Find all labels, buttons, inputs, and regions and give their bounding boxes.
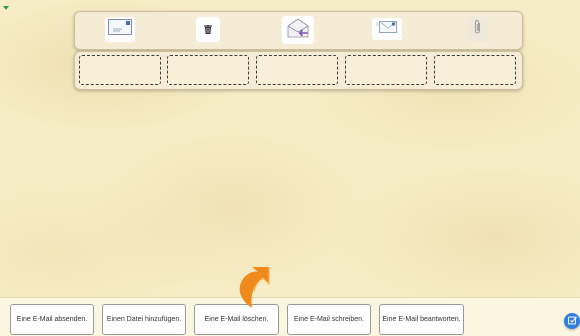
reply-mail-card[interactable] [282,16,314,44]
exercise-board [0,0,580,297]
answer-option[interactable]: Eine E-Mail beantworten. [379,304,464,335]
trash-icon [204,21,212,39]
write-mail-icon [376,20,398,39]
attachment-card[interactable] [468,17,488,42]
drop-slot[interactable] [167,55,249,85]
answer-option[interactable]: Eine E-Mail schreiben. [287,304,371,335]
write-mail-card[interactable] [372,18,402,40]
answer-label: Eine E-Mail löschen. [204,316,269,323]
answer-option[interactable]: Eine E-Mail absenden. [10,304,94,335]
answer-tray: Eine E-Mail absenden. Einen Datei hinzuf… [0,297,580,336]
drop-slot[interactable] [345,55,427,85]
answer-label: Einen Datei hinzufügen. [106,316,182,323]
drop-slot[interactable] [256,55,338,85]
logo-icon [3,5,9,10]
drag-hint-arrow-icon [234,264,274,316]
drop-row [74,51,523,90]
send-mail-icon [108,19,132,40]
trash-card[interactable] [196,17,220,42]
send-mail-card[interactable] [105,17,135,42]
answer-label: Eine E-Mail schreiben. [293,316,365,323]
paperclip-icon [474,19,482,40]
check-button[interactable] [564,313,580,329]
drop-slot[interactable] [79,55,161,85]
check-icon [567,312,577,330]
drop-slot[interactable] [434,55,516,85]
answer-label: Eine E-Mail beantworten. [382,316,461,323]
icon-row [74,11,523,50]
answer-option[interactable]: Einen Datei hinzufügen. [102,304,186,335]
reply-mail-icon [286,18,310,43]
answer-label: Eine E-Mail absenden. [16,316,88,323]
